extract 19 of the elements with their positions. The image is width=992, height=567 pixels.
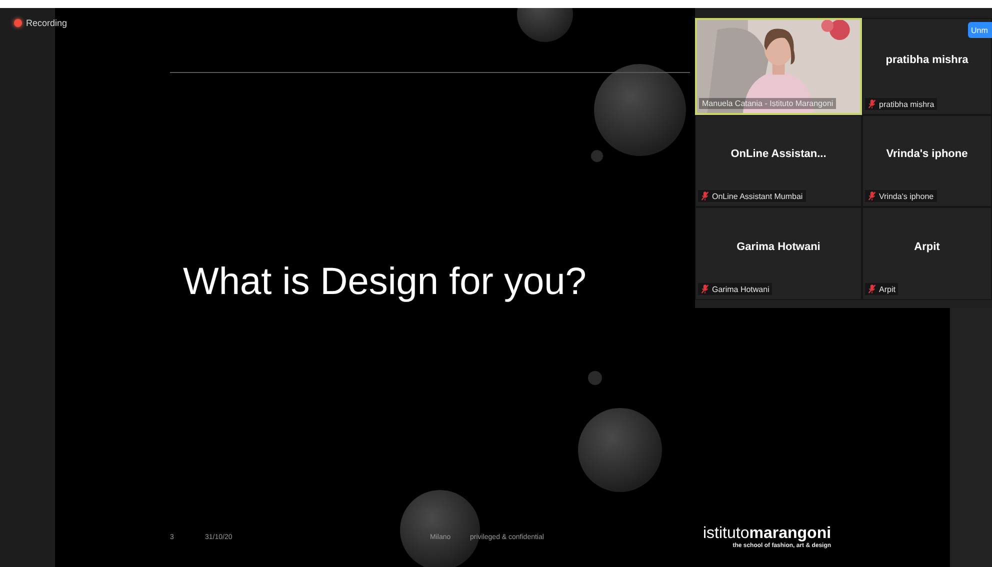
- participant-name: OnLine Assistan...: [730, 148, 826, 160]
- recording-label: Recording: [26, 18, 68, 28]
- participant-label-text: Arpit: [879, 284, 896, 294]
- participant-label-text: Manuela Catania - Istituto Marangoni: [702, 99, 834, 108]
- logo-wordmark: istitutomarangoni: [703, 525, 832, 542]
- participant-name: Garima Hotwani: [736, 240, 820, 252]
- participant-name: pratibha mishra: [886, 54, 968, 66]
- participant-name: Vrinda's iphone: [886, 148, 968, 160]
- participant-label-text: OnLine Assistant Mumbai: [712, 192, 803, 200]
- participant-tile[interactable]: Arpit Arpit: [862, 207, 992, 300]
- participant-label-text: pratibha mishra: [879, 100, 934, 108]
- participant-tile[interactable]: Garima Hotwani Garima Hotwani: [695, 207, 862, 300]
- participant-name: Arpit: [914, 240, 940, 252]
- slide-title: What is Design for you?: [183, 261, 586, 304]
- participant-label-text: Garima Hotwani: [712, 284, 770, 294]
- recording-icon: [14, 19, 22, 27]
- participant-label-text: Vrinda's iphone: [879, 192, 934, 200]
- participant-tile[interactable]: Vrinda's iphone Vrinda's iphone: [862, 115, 992, 207]
- participant-tile[interactable]: OnLine Assistan... OnLine Assistant Mumbai: [695, 115, 862, 207]
